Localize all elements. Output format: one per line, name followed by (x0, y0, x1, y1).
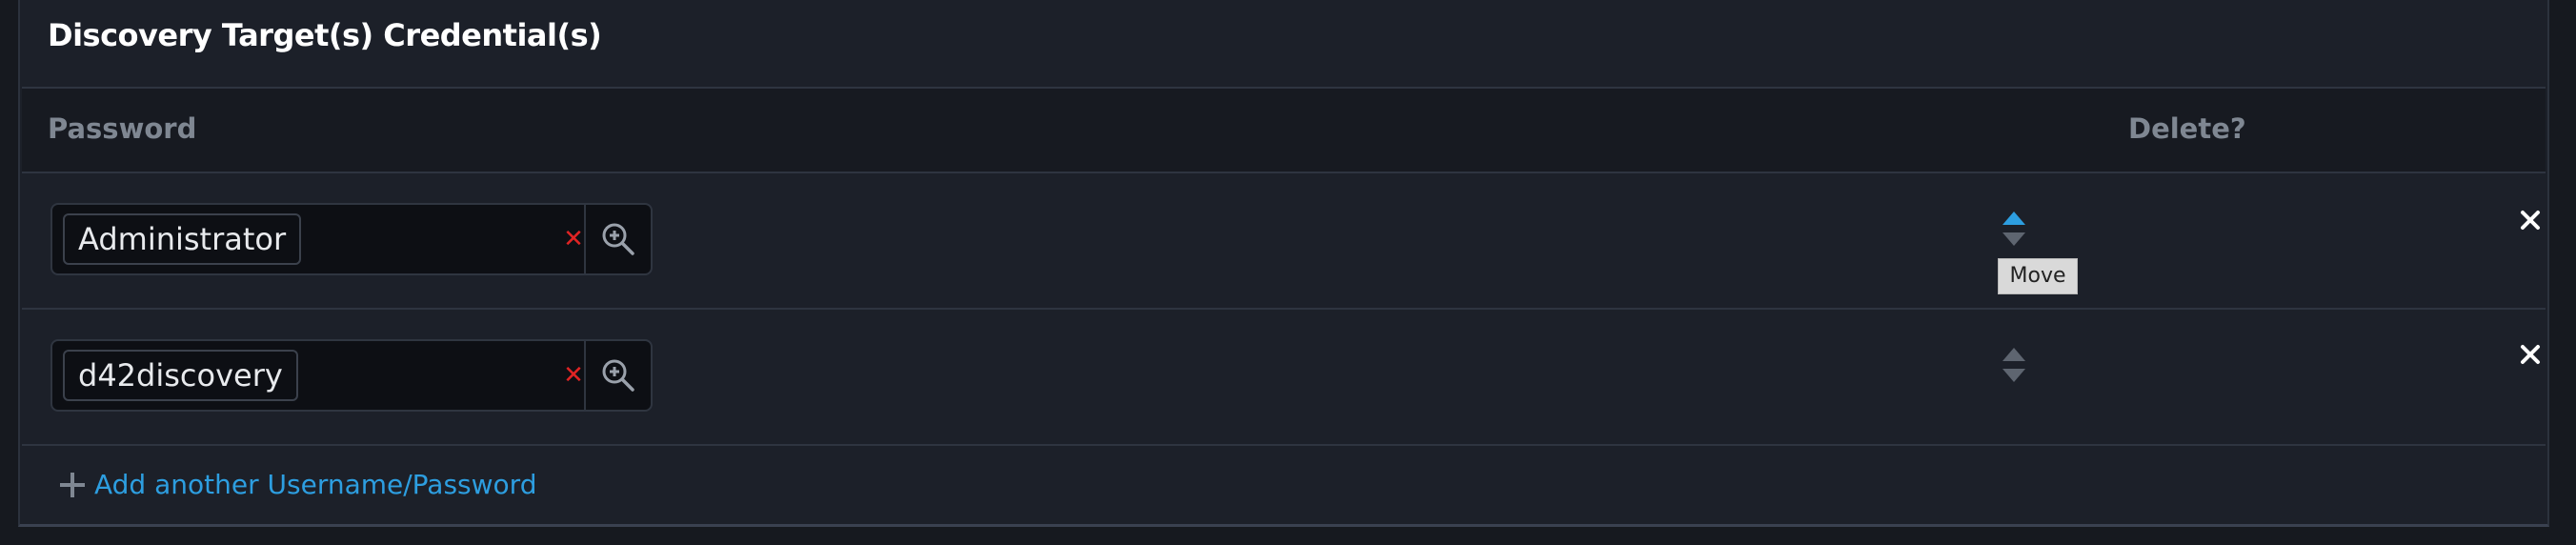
magnifier-plus-icon (602, 223, 634, 255)
add-credential-label: Add another Username/Password (94, 469, 537, 500)
table-row: d42discovery ✕ (22, 310, 2546, 445)
sort-arrows-icon (2002, 212, 2025, 246)
move-handle[interactable] (2000, 210, 2028, 252)
delete-row-button[interactable] (2514, 204, 2546, 236)
close-icon (2521, 345, 2540, 364)
lookup-button[interactable] (584, 205, 651, 273)
close-icon (2521, 211, 2540, 230)
magnifier-plus-icon (602, 359, 634, 392)
password-select-field[interactable]: Administrator ✕ (50, 203, 653, 275)
password-select-field[interactable]: d42discovery ✕ (50, 339, 653, 412)
section-title: Discovery Target(s) Credential(s) (48, 17, 602, 53)
delete-row-button[interactable] (2514, 338, 2546, 371)
column-header-delete: Delete? (2128, 112, 2246, 145)
selected-value-chip: Administrator (63, 213, 302, 265)
sort-arrows-icon (2002, 348, 2025, 382)
add-credential-link[interactable]: Add another Username/Password (58, 469, 536, 500)
move-handle[interactable] (2000, 346, 2028, 388)
lookup-button[interactable] (584, 341, 651, 410)
plus-icon (60, 472, 85, 497)
selected-value-chip: d42discovery (63, 350, 298, 401)
table-row: Administrator ✕ (22, 173, 2546, 309)
divider (22, 444, 2546, 446)
credentials-panel: Discovery Target(s) Credential(s) Passwo… (18, 0, 2549, 527)
column-header-password: Password (48, 112, 197, 145)
clear-icon[interactable]: ✕ (560, 362, 587, 389)
clear-icon[interactable]: ✕ (560, 226, 587, 252)
move-tooltip: Move (1998, 258, 2078, 294)
